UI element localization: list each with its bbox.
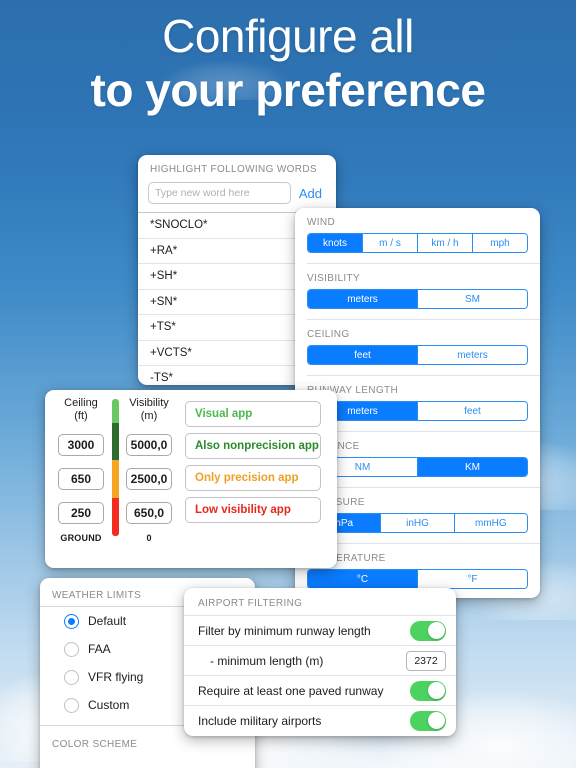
visibility-value-1[interactable]: 2500,0	[126, 468, 172, 491]
color-bar-segment	[111, 498, 119, 536]
airport-filter-label: - minimum length (m)	[210, 653, 324, 668]
ceiling-column: Ceiling (ft) 3000 650 250 GROUND	[53, 397, 109, 543]
approach-category-button[interactable]: Also nonprecision app	[185, 433, 321, 459]
radio-selected-icon[interactable]	[64, 613, 79, 629]
visibility-value-0[interactable]: 5000,0	[126, 434, 172, 457]
ceiling-value-0[interactable]: 3000	[58, 434, 104, 457]
weather-limit-label: VFR flying	[88, 670, 144, 684]
units-segmented-control[interactable]: NM KM	[307, 457, 528, 477]
ceiling-value-1[interactable]: 650	[58, 468, 104, 491]
highlight-word-label: +TS*	[150, 321, 176, 334]
approach-category-button[interactable]: Visual app	[185, 401, 321, 427]
radio-icon[interactable]	[64, 641, 79, 657]
visibility-column-header: Visibility (m)	[121, 397, 177, 422]
units-option[interactable]: inHG	[380, 514, 454, 532]
airport-filtering-panel: AIRPORT FILTERING Filter by minimum runw…	[184, 588, 456, 736]
cloud-decoration	[300, 740, 500, 768]
units-option[interactable]: feet	[417, 402, 527, 420]
headline-line-1: Configure all	[162, 10, 414, 62]
highlight-word-label: +RA*	[150, 244, 178, 257]
units-option[interactable]: mmHG	[453, 514, 527, 532]
units-option[interactable]: °C	[308, 570, 417, 588]
highlight-word-label: +SN*	[150, 295, 178, 308]
minima-inner: Ceiling (ft) 3000 650 250 GROUND Visibil…	[45, 390, 337, 543]
airport-filter-row[interactable]: Filter by minimum runway length	[184, 615, 456, 645]
weather-limit-label: Default	[88, 614, 127, 628]
visibility-header-title: Visibility	[129, 397, 169, 409]
units-segmented-control[interactable]: knots m / s km / h mph	[307, 233, 528, 253]
minima-color-bar	[109, 397, 121, 543]
color-bar-segment	[111, 423, 119, 460]
ceiling-column-header: Ceiling (ft)	[53, 397, 109, 422]
units-option[interactable]: meters	[308, 290, 417, 308]
toggle-knob	[427, 622, 445, 639]
visibility-column: Visibility (m) 5000,0 2500,0 650,0 0	[121, 397, 177, 543]
ceiling-value-2[interactable]: 250	[58, 502, 104, 525]
airport-filter-row[interactable]: Require at least one paved runway	[184, 675, 456, 705]
radio-icon[interactable]	[64, 669, 79, 685]
approach-category-list: Visual app Also nonprecision app Only prec…	[177, 397, 327, 543]
minimum-length-input[interactable]: 2372	[406, 650, 446, 671]
color-bar-segment	[111, 399, 119, 423]
airport-filter-toggle[interactable]	[410, 680, 446, 701]
toggle-knob	[427, 682, 445, 699]
color-bar-segments	[111, 399, 119, 536]
headline-line-2: to your preference	[90, 63, 486, 116]
approach-category-button[interactable]: Only precision app	[185, 465, 321, 491]
screenshot-canvas: Configure all to your preference HIGHLIG…	[0, 0, 576, 768]
units-option[interactable]: KM	[417, 458, 527, 476]
units-option[interactable]: knots	[308, 234, 362, 252]
approach-category-button[interactable]: Low visibility app	[185, 497, 321, 523]
airport-filter-row[interactable]: Include military airports	[184, 705, 456, 735]
airport-filter-label: Require at least one paved runway	[198, 683, 384, 698]
units-segmented-control[interactable]: feet meters	[307, 345, 528, 365]
color-bar-segment	[111, 460, 119, 498]
airport-filter-toggle[interactable]	[410, 620, 446, 641]
visibility-value-2[interactable]: 650,0	[126, 502, 172, 525]
highlight-word-label: -TS*	[150, 372, 173, 385]
airport-filter-label: Include military airports	[198, 713, 322, 728]
new-word-input[interactable]: Type new word here	[148, 182, 291, 204]
ceiling-header-title: Ceiling	[64, 397, 98, 409]
units-option[interactable]: m / s	[362, 234, 417, 252]
add-word-button[interactable]: Add	[299, 186, 326, 201]
ceiling-header-unit: (ft)	[74, 409, 88, 422]
units-group-header: CEILING	[307, 329, 350, 340]
highlight-word-label: *SNOCLO*	[150, 219, 208, 232]
units-option[interactable]: SM	[417, 290, 527, 308]
units-group-header: VISIBILITY	[307, 273, 360, 284]
units-option[interactable]: °F	[417, 570, 527, 588]
highlight-word-label: +SH*	[150, 270, 178, 283]
units-option[interactable]: km / h	[417, 234, 472, 252]
airport-filtering-header: AIRPORT FILTERING	[198, 598, 303, 609]
units-option[interactable]: meters	[417, 346, 527, 364]
visibility-zero-label: 0	[146, 533, 152, 544]
weather-limit-label: FAA	[88, 642, 111, 656]
units-segmented-control[interactable]: hPa inHG mmHG	[307, 513, 528, 533]
units-option[interactable]: mph	[472, 234, 527, 252]
units-option[interactable]: feet	[308, 346, 417, 364]
airport-filter-row[interactable]: - minimum length (m) 2372	[184, 645, 456, 675]
toggle-knob	[427, 712, 445, 729]
airport-filtering-rows: Filter by minimum runway length - minimum…	[184, 615, 456, 735]
minima-panel: Ceiling (ft) 3000 650 250 GROUND Visibil…	[45, 390, 337, 568]
ceiling-ground-label: GROUND	[60, 533, 102, 544]
units-segmented-control[interactable]: meters SM	[307, 289, 528, 309]
weather-limit-label: Custom	[88, 698, 130, 712]
radio-icon[interactable]	[64, 697, 79, 713]
highlight-word-label: +VCTS*	[150, 346, 192, 359]
units-segmented-control[interactable]: °C °F	[307, 569, 528, 589]
units-segmented-control[interactable]: meters feet	[307, 401, 528, 421]
units-group-header: WIND	[307, 217, 336, 228]
airport-filter-label: Filter by minimum runway length	[198, 623, 371, 638]
headline: Configure all to your preference	[0, 10, 576, 116]
airport-filter-toggle[interactable]	[410, 710, 446, 731]
visibility-header-unit: (m)	[140, 409, 158, 422]
highlight-words-header: HIGHLIGHT FOLLOWING WORDS	[150, 164, 317, 175]
